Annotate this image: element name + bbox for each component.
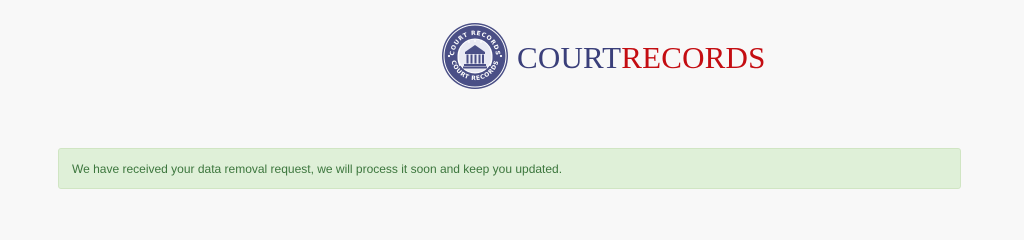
success-alert: We have received your data removal reque… — [58, 148, 961, 189]
page: COURT RECORDS COURT RECORDS COURTRECORDS… — [0, 0, 1024, 213]
court-seal-icon: COURT RECORDS COURT RECORDS — [442, 23, 508, 89]
brand-name-records: RECORDS — [621, 39, 766, 75]
brand-wordmark: COURTRECORDS — [517, 42, 766, 73]
brand-name-court: COURT — [517, 39, 622, 75]
alert-message: We have received your data removal reque… — [72, 162, 563, 176]
court-records-logo[interactable]: COURT RECORDS COURT RECORDS COURTRECORDS — [441, 21, 766, 91]
